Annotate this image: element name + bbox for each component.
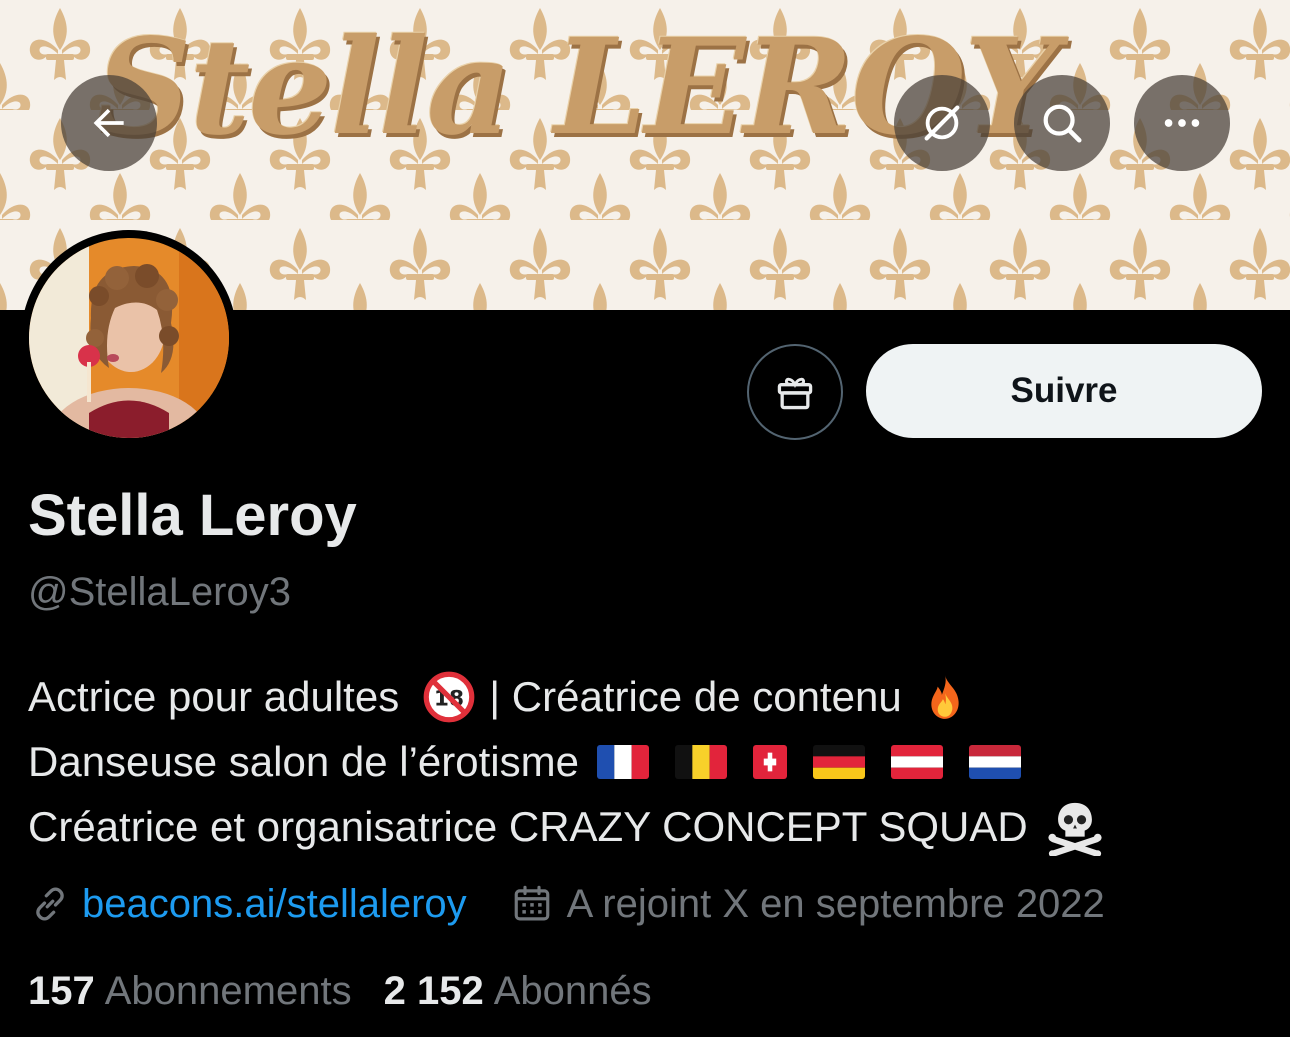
no-one-under-18-emoji: 18 xyxy=(423,671,475,722)
grok-button[interactable] xyxy=(894,75,990,171)
bio-text-actrice: Actrice pour adultes xyxy=(28,673,400,720)
website-link[interactable]: beacons.ai/stellaleroy xyxy=(82,882,467,927)
link-icon xyxy=(36,887,64,921)
following-count: 157 xyxy=(28,968,95,1013)
search-button[interactable] xyxy=(1014,75,1110,171)
bio-text-danseuse: Danseuse salon de l’érotisme xyxy=(28,738,579,785)
bio-text-creatrice-contenu: | Créatrice de contenu xyxy=(489,673,902,720)
followers-count: 2 152 xyxy=(383,968,484,1013)
user-handle: @StellaLeroy3 xyxy=(28,570,291,614)
calendar-icon xyxy=(514,885,549,921)
fire-emoji xyxy=(931,674,959,719)
grok-icon xyxy=(924,105,960,141)
more-horizontal-icon xyxy=(1164,119,1200,127)
bio-line-3: Créatrice et organisatrice CRAZY CONCEPT… xyxy=(28,794,1268,859)
bio-text-crazy-concept: Créatrice et organisatrice CRAZY CONCEPT… xyxy=(28,803,1028,850)
search-icon xyxy=(1043,104,1082,143)
display-name: Stella Leroy xyxy=(28,483,357,548)
following-stat[interactable]: 157 Abonnements xyxy=(28,969,352,1014)
flag-belgium xyxy=(674,744,727,779)
avatar-container[interactable] xyxy=(21,230,237,446)
skull-and-crossbones-emoji xyxy=(1048,802,1102,856)
avatar[interactable] xyxy=(29,238,229,438)
profile-meta: beacons.ai/stellaleroy A rejoint X en se… xyxy=(28,876,1105,932)
more-options-button[interactable] xyxy=(1134,75,1230,171)
back-button[interactable] xyxy=(61,75,157,171)
arrow-left-icon xyxy=(93,108,124,138)
flag-switzerland xyxy=(752,744,787,779)
flag-france xyxy=(596,744,649,779)
follow-button[interactable]: Suivre xyxy=(866,344,1262,438)
profile-bio: Actrice pour adultes 18 | Créatrice de c… xyxy=(28,664,1268,859)
gift-icon xyxy=(777,377,813,410)
followers-label: Abonnés xyxy=(493,968,652,1013)
gift-button[interactable] xyxy=(747,344,843,440)
joined-date: A rejoint X en septembre 2022 xyxy=(566,881,1105,926)
bio-line-1: Actrice pour adultes 18 | Créatrice de c… xyxy=(28,664,1268,729)
flag-netherlands xyxy=(968,744,1021,779)
following-label: Abonnements xyxy=(104,968,352,1013)
bio-line-2: Danseuse salon de l’érotisme xyxy=(28,729,1268,794)
avatar-photo xyxy=(29,238,229,438)
followers-stat[interactable]: 2 152 Abonnés xyxy=(384,969,652,1014)
flag-germany xyxy=(812,744,865,779)
follow-stats: 157 Abonnements 2 152 Abonnés xyxy=(28,964,652,1018)
flag-austria xyxy=(890,744,943,779)
